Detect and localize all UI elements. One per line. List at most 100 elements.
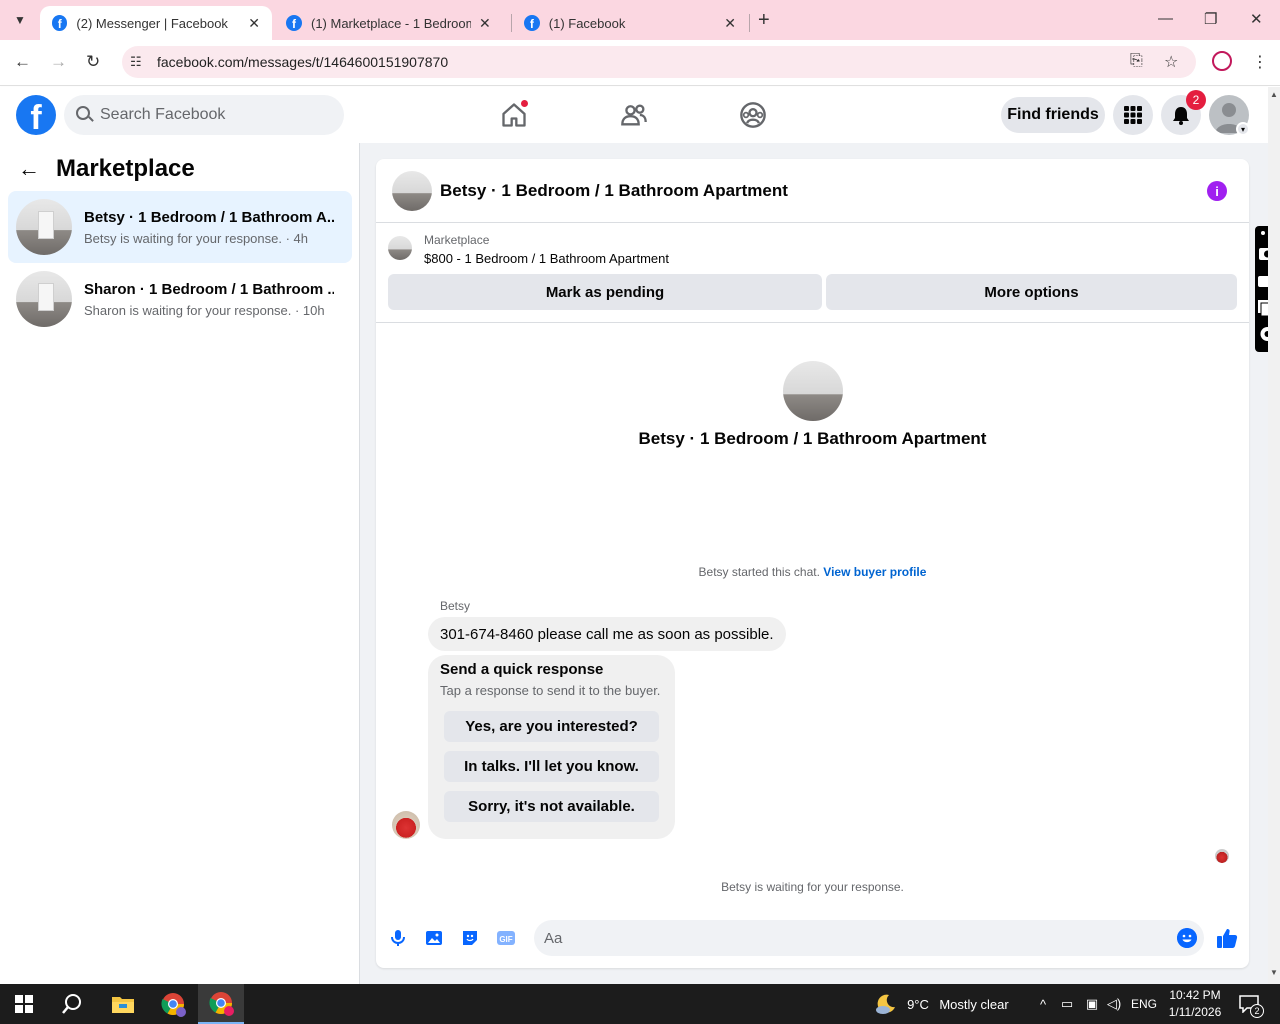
action-center-badge: 2 bbox=[1250, 1004, 1264, 1018]
system-clock[interactable]: 10:42 PM 1/11/2026 bbox=[1162, 987, 1228, 1021]
notification-badge: 2 bbox=[1186, 90, 1206, 110]
facebook-logo-icon[interactable]: f bbox=[16, 95, 56, 135]
tab-title: (2) Messenger | Facebook bbox=[76, 15, 228, 31]
chrome-icon bbox=[161, 993, 186, 1017]
browser-menu-icon[interactable]: ⋮ bbox=[1252, 52, 1268, 72]
address-bar[interactable]: ☷ facebook.com/messages/t/14646001519078… bbox=[122, 46, 1196, 78]
sender-avatar[interactable] bbox=[392, 811, 420, 839]
message-input[interactable] bbox=[534, 920, 1204, 956]
clock-time: 10:42 PM bbox=[1169, 988, 1221, 1002]
friends-icon[interactable] bbox=[620, 101, 648, 129]
url-text: facebook.com/messages/t/1464600151907870 bbox=[157, 54, 449, 70]
tab-separator bbox=[749, 14, 750, 32]
seen-receipt-avatar bbox=[1215, 849, 1229, 863]
emoji-icon[interactable] bbox=[1177, 928, 1197, 948]
facebook-favicon-icon: f bbox=[286, 15, 302, 31]
network-icon[interactable]: ▣ bbox=[1082, 984, 1102, 1024]
listing-category: Marketplace bbox=[424, 233, 490, 247]
gif-label: GIF bbox=[499, 935, 512, 944]
chat-header: Betsy · 1 Bedroom / 1 Bathroom Apartment… bbox=[376, 159, 1249, 223]
page-title: Marketplace bbox=[56, 155, 195, 182]
reload-icon[interactable]: ↻ bbox=[86, 52, 100, 72]
quick-response-title: Send a quick response bbox=[440, 661, 604, 678]
taskbar-search-button[interactable] bbox=[48, 984, 96, 1024]
listing-thumbnail bbox=[388, 236, 412, 260]
tab-facebook[interactable]: f (1) Facebook ✕ bbox=[512, 6, 748, 40]
chat-window: Betsy · 1 Bedroom / 1 Bathroom Apartment… bbox=[376, 159, 1249, 968]
new-tab-plus-icon[interactable]: + bbox=[758, 9, 770, 32]
message-bubble[interactable]: 301-674-8460 please call me as soon as p… bbox=[428, 617, 786, 651]
language-indicator[interactable]: ENG bbox=[1128, 984, 1160, 1024]
file-explorer-button[interactable] bbox=[100, 984, 146, 1024]
search-input[interactable] bbox=[100, 95, 330, 135]
windows-logo-icon bbox=[15, 995, 33, 1013]
view-buyer-profile-link[interactable]: View buyer profile bbox=[823, 565, 926, 579]
scroll-down-icon[interactable]: ▼ bbox=[1268, 968, 1280, 977]
conversation-item-sharon[interactable]: Sharon · 1 Bedroom / 1 Bathroom ... Shar… bbox=[8, 263, 352, 335]
tab-title: (1) Marketplace - 1 Bedroom / bbox=[311, 15, 471, 31]
chevron-down-icon[interactable]: ▾ bbox=[1236, 122, 1250, 136]
facebook-search[interactable] bbox=[64, 95, 344, 135]
show-hidden-icons-chevron-icon[interactable]: ^ bbox=[1034, 984, 1052, 1024]
groups-icon[interactable] bbox=[739, 101, 767, 129]
bookmark-star-icon[interactable]: ☆ bbox=[1164, 52, 1178, 72]
forward-arrow-icon[interactable]: → bbox=[50, 52, 67, 72]
tab-search-chevron-icon[interactable]: ▼ bbox=[8, 8, 32, 32]
facebook-top-nav: f Find friends 2 bbox=[0, 87, 1268, 143]
scroll-up-icon[interactable]: ▲ bbox=[1268, 90, 1280, 99]
minimize-icon[interactable]: — bbox=[1158, 10, 1173, 27]
back-arrow-icon[interactable]: ← bbox=[18, 156, 40, 182]
gif-icon[interactable]: GIF bbox=[496, 928, 516, 948]
quick-response-in-talks-button[interactable]: In talks. I'll let you know. bbox=[444, 751, 659, 782]
chrome-active-taskbar-button[interactable] bbox=[198, 984, 244, 1024]
quick-response-not-available-button[interactable]: Sorry, it's not available. bbox=[444, 791, 659, 822]
microphone-icon[interactable] bbox=[388, 928, 408, 948]
window-close-icon[interactable]: ✕ bbox=[1250, 10, 1263, 28]
weather-temperature[interactable]: 9°C bbox=[904, 984, 932, 1024]
close-icon[interactable]: ✕ bbox=[724, 15, 736, 32]
tab-messenger[interactable]: f (2) Messenger | Facebook ✕ bbox=[40, 6, 272, 40]
meet-now-icon[interactable]: ▭ bbox=[1058, 984, 1076, 1024]
start-button[interactable] bbox=[0, 984, 48, 1024]
sender-name: Betsy bbox=[440, 599, 471, 613]
listing-thumbnail[interactable] bbox=[392, 171, 432, 211]
site-settings-icon[interactable]: ☷ bbox=[130, 54, 142, 70]
action-center-button[interactable]: 2 bbox=[1234, 984, 1264, 1024]
browser-profile-icon[interactable] bbox=[1212, 51, 1232, 71]
chat-title[interactable]: Betsy · 1 Bedroom / 1 Bathroom Apartment bbox=[440, 181, 788, 201]
profile-thumbnail bbox=[783, 361, 843, 421]
conversation-list-panel: ← Marketplace Betsy · 1 Bedroom / 1 Bath… bbox=[0, 143, 360, 984]
messenger-page: ← Marketplace Betsy · 1 Bedroom / 1 Bath… bbox=[0, 143, 1268, 984]
panel-header: ← Marketplace bbox=[18, 155, 195, 183]
conversation-subtitle: Sharon is waiting for your response. · 1… bbox=[84, 302, 325, 318]
listing-summary[interactable]: $800 - 1 Bedroom / 1 Bathroom Apartment bbox=[424, 251, 669, 266]
tab-marketplace[interactable]: f (1) Marketplace - 1 Bedroom / ✕ bbox=[274, 6, 510, 40]
page-scrollbar[interactable] bbox=[1268, 87, 1280, 984]
install-app-icon[interactable]: ⎘ bbox=[1130, 52, 1143, 70]
photo-icon[interactable] bbox=[424, 928, 444, 948]
more-options-button[interactable]: More options bbox=[826, 274, 1237, 310]
started-text: Betsy started this chat. bbox=[698, 565, 820, 579]
facebook-favicon-icon: f bbox=[524, 15, 540, 31]
quick-response-interested-button[interactable]: Yes, are you interested? bbox=[444, 711, 659, 742]
listing-thumbnail bbox=[16, 199, 72, 255]
volume-icon[interactable]: ◁) bbox=[1104, 984, 1124, 1024]
weather-description[interactable]: Mostly clear bbox=[934, 984, 1014, 1024]
mark-as-pending-button[interactable]: Mark as pending bbox=[388, 274, 822, 310]
search-icon bbox=[62, 994, 81, 1014]
menu-grid-button[interactable] bbox=[1113, 95, 1153, 135]
home-notification-dot bbox=[520, 99, 529, 108]
conversation-item-betsy[interactable]: Betsy · 1 Bedroom / 1 Bathroom A... Bets… bbox=[8, 191, 352, 263]
folder-icon bbox=[112, 997, 134, 1013]
close-icon[interactable]: ✕ bbox=[248, 15, 260, 32]
weather-moon-icon[interactable] bbox=[872, 984, 900, 1024]
info-icon[interactable]: i bbox=[1207, 181, 1227, 201]
chrome-taskbar-button[interactable] bbox=[150, 984, 196, 1024]
restore-icon[interactable]: ❐ bbox=[1204, 10, 1217, 28]
back-arrow-icon[interactable]: ← bbox=[14, 52, 31, 72]
find-friends-button[interactable]: Find friends bbox=[1001, 97, 1105, 133]
close-icon[interactable]: ✕ bbox=[479, 15, 491, 32]
conversation-title: Sharon · 1 Bedroom / 1 Bathroom ... bbox=[84, 280, 334, 298]
thumbs-up-icon[interactable] bbox=[1215, 926, 1239, 950]
sticker-icon[interactable] bbox=[460, 928, 480, 948]
